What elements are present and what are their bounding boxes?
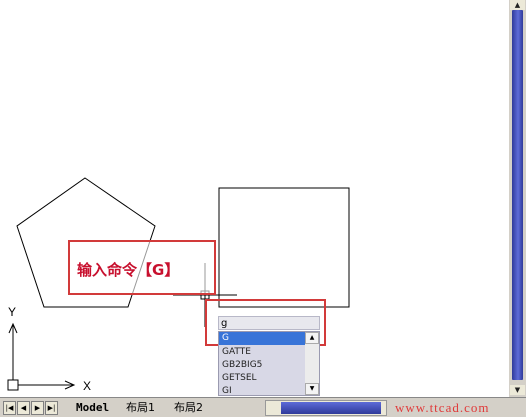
command-annotation-text: 输入命令【G】 xyxy=(77,261,180,279)
suggestion-item[interactable]: GETSEL xyxy=(219,372,305,385)
tab-model[interactable]: Model xyxy=(76,400,109,415)
ucs-x-label: X xyxy=(83,379,91,393)
last-tab-icon[interactable]: ▶| xyxy=(45,401,58,415)
tab-layout2[interactable]: 布局2 xyxy=(174,400,203,415)
vertical-scrollbar[interactable]: ▲ ▼ xyxy=(509,0,526,397)
ucs-y-label: Y xyxy=(8,305,16,319)
command-suggestion-list[interactable]: G GATTE GB2BIG5 GETSEL GI ▲ ▼ xyxy=(218,331,320,396)
first-tab-icon[interactable]: |◀ xyxy=(3,401,16,415)
scroll-down-icon[interactable]: ▼ xyxy=(510,385,525,395)
command-annotation-box: 输入命令【G】 xyxy=(68,240,216,295)
horizontal-scroll-thumb[interactable] xyxy=(281,402,381,414)
scroll-up-icon[interactable]: ▲ xyxy=(510,0,525,10)
command-input[interactable]: g xyxy=(218,316,320,330)
square-shape[interactable] xyxy=(218,187,350,308)
suggestion-item[interactable]: GI xyxy=(219,385,305,395)
tab-layout1[interactable]: 布局1 xyxy=(126,400,155,415)
layout-tab-bar: |◀ ◀ ▶ ▶| Model 布局1 布局2 www.ttcad.com xyxy=(0,397,526,417)
scroll-up-icon[interactable]: ▲ xyxy=(305,332,319,344)
prev-tab-icon[interactable]: ◀ xyxy=(17,401,30,415)
suggestion-item[interactable]: GATTE xyxy=(219,346,305,359)
suggestion-scrollbar[interactable]: ▲ ▼ xyxy=(305,332,319,395)
suggestion-item[interactable]: G xyxy=(219,332,305,345)
next-tab-icon[interactable]: ▶ xyxy=(31,401,44,415)
horizontal-scrollbar[interactable] xyxy=(265,400,387,416)
ucs-icon: Y X xyxy=(7,305,91,393)
suggestion-item[interactable]: GB2BIG5 xyxy=(219,359,305,372)
vertical-scroll-thumb[interactable] xyxy=(512,10,523,380)
scroll-down-icon[interactable]: ▼ xyxy=(305,383,319,395)
watermark-text: www.ttcad.com xyxy=(395,400,490,415)
